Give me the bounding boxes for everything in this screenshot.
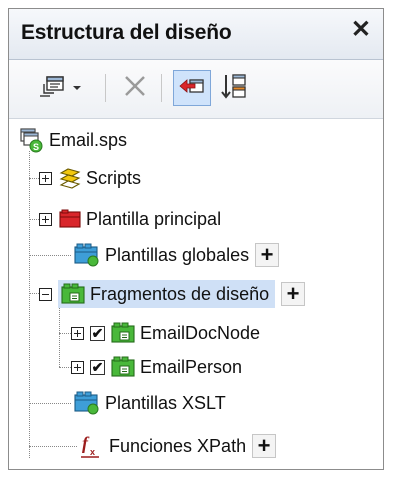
- tree-item-label: Funciones XPath: [109, 435, 247, 456]
- tree-item-label: Scripts: [86, 167, 142, 188]
- tree-connector: [59, 307, 60, 367]
- tree-item-global-templates[interactable]: Plantillas globales +: [73, 240, 280, 270]
- scripts-icon: [58, 167, 82, 189]
- chevron-down-icon: [72, 79, 82, 97]
- toolbar-separator: [105, 74, 106, 102]
- svg-text:f: f: [82, 433, 90, 453]
- expand-plus-icon[interactable]: [71, 360, 84, 374]
- tree-item-scripts[interactable]: Scripts: [39, 163, 141, 193]
- tree-connector: [29, 255, 71, 256]
- svg-text:x: x: [90, 447, 95, 457]
- tree-connector: [29, 151, 30, 458]
- fragment-checkbox[interactable]: ✔: [90, 325, 105, 341]
- expand-plus-icon[interactable]: [71, 326, 84, 340]
- toolbar-separator: [161, 74, 162, 102]
- new-template-icon: [38, 72, 68, 105]
- tree-item-label: Email.sps: [49, 129, 128, 150]
- tree-item-design-fragments[interactable]: Fragmentos de diseño +: [39, 279, 306, 309]
- tree-item-label: Plantillas XSLT: [105, 392, 226, 413]
- sort-button[interactable]: [217, 70, 251, 106]
- tree-connector: [59, 333, 71, 334]
- remove-button[interactable]: [117, 70, 153, 106]
- design-structure-panel: Estructura del diseño ✕ S Email.sps Scri…: [8, 8, 384, 470]
- collapse-minus-icon[interactable]: [39, 287, 52, 301]
- global-templates-icon: [73, 242, 101, 268]
- fragment-icon: [110, 355, 136, 379]
- tree-connector: [29, 403, 71, 404]
- fragment-icon: [110, 321, 136, 345]
- tree-connector: [29, 293, 39, 294]
- main-template-icon: [58, 209, 82, 229]
- add-design-fragment-button[interactable]: +: [281, 282, 306, 306]
- svg-text:S: S: [33, 142, 39, 152]
- tree-item-xpath-functions[interactable]: f x Funciones XPath +: [79, 431, 277, 461]
- panel-title: Estructura del diseño: [21, 21, 232, 44]
- xslt-templates-icon: [73, 390, 101, 416]
- tree-item-label: Plantilla principal: [86, 208, 222, 229]
- expand-plus-icon[interactable]: [39, 212, 52, 226]
- tree-root-email-sps[interactable]: S Email.sps: [19, 125, 127, 155]
- show-only-global-button[interactable]: [173, 70, 211, 106]
- panel-titlebar: Estructura del diseño ✕: [9, 9, 383, 60]
- add-xpath-function-button[interactable]: +: [252, 434, 277, 458]
- tree-item-xslt-templates[interactable]: Plantillas XSLT: [73, 388, 226, 418]
- fragment-checkbox[interactable]: ✔: [90, 359, 105, 375]
- tree-connector: [29, 446, 77, 447]
- tree-item-main-template[interactable]: Plantilla principal: [39, 204, 221, 234]
- selection-highlight: Fragmentos de diseño: [58, 280, 276, 308]
- tree-item-label: EmailDocNode: [140, 322, 261, 343]
- add-global-template-button[interactable]: +: [255, 243, 280, 267]
- close-icon[interactable]: ✕: [351, 18, 371, 42]
- design-fragments-icon: [60, 282, 86, 306]
- tree-connector: [59, 367, 71, 368]
- delete-x-icon: [122, 73, 148, 104]
- sps-file-icon: S: [19, 127, 45, 153]
- tree-connector: [29, 219, 39, 220]
- tree-item-label: EmailPerson: [140, 356, 243, 377]
- sort-icon: [220, 72, 248, 105]
- expand-plus-icon[interactable]: [39, 171, 52, 185]
- add-template-dropdown-button[interactable]: [31, 70, 89, 106]
- tree-item-label: Fragmentos de diseño: [90, 283, 270, 304]
- tree-connector: [29, 178, 39, 179]
- toolbar: [9, 60, 383, 119]
- tree-item-label: Plantillas globales: [105, 244, 250, 265]
- xpath-functions-icon: f x: [79, 433, 101, 459]
- design-tree: S Email.sps Scripts Plantilla principal …: [9, 119, 383, 469]
- tree-item-emailperson[interactable]: ✔ EmailPerson: [71, 352, 242, 382]
- tree-item-emaildocnode[interactable]: ✔ EmailDocNode: [71, 318, 260, 348]
- arrow-left-icon: [178, 76, 206, 101]
